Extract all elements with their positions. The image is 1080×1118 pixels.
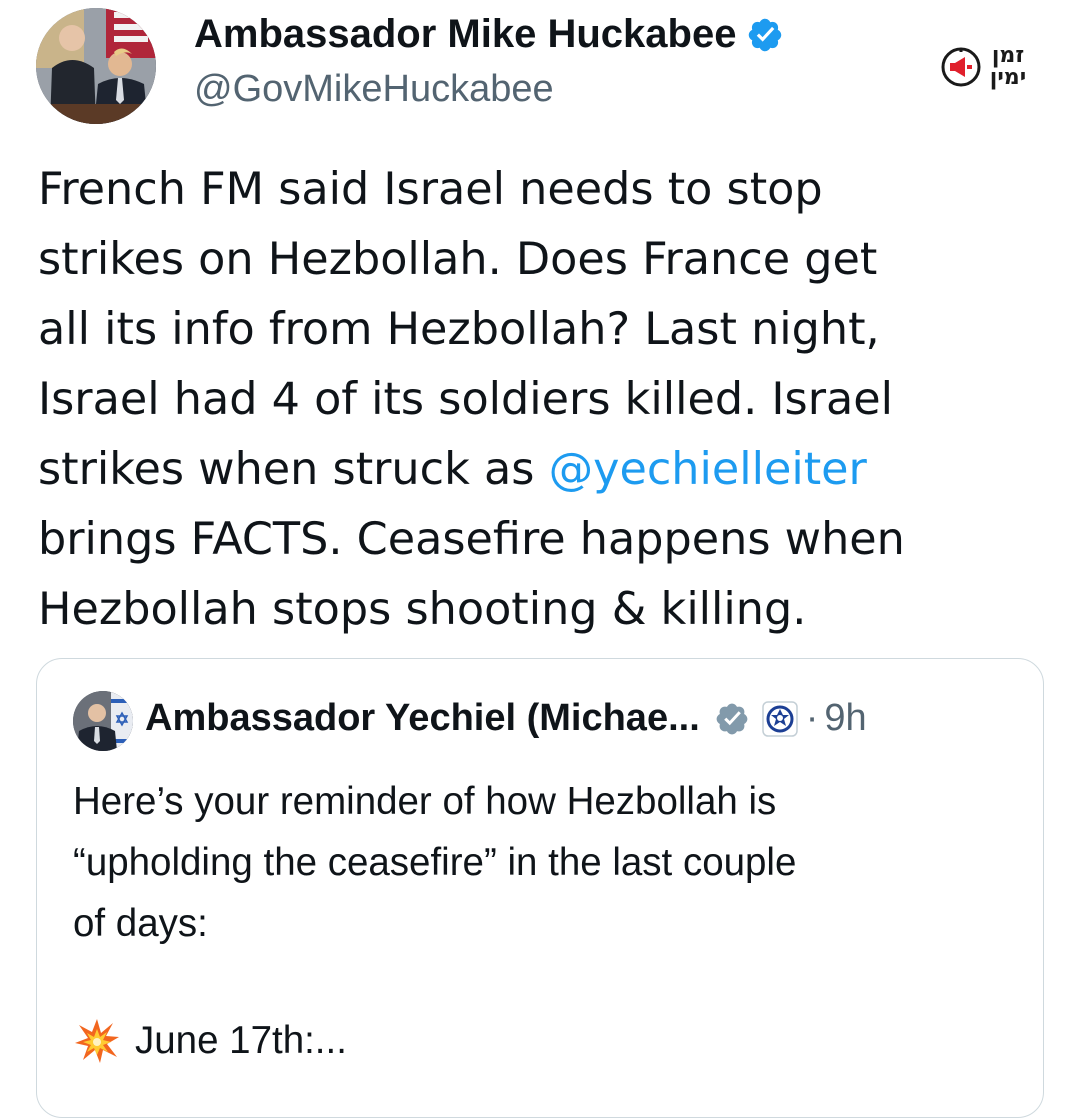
gray-verified-badge-icon xyxy=(716,703,748,734)
time-separator: · xyxy=(805,697,819,739)
government-affiliation-icon xyxy=(762,700,798,737)
quoted-tweet-continuation: June 17th:... xyxy=(73,1017,347,1065)
author-handle[interactable]: @GovMikeHuckabee xyxy=(194,68,554,111)
tweet-line: strikes when struck as @yechielleiter xyxy=(38,435,1048,505)
tweet-line: brings FACTS. Ceasefire happens when xyxy=(38,514,905,565)
megaphone-clock-icon xyxy=(941,47,981,87)
tweet-line: Israel had 4 of its soldiers killed. Isr… xyxy=(38,374,894,425)
quoted-tweet-line: of days: xyxy=(73,902,208,945)
tweet-body: French FM said Israel needs to stop stri… xyxy=(38,155,1048,645)
quoted-tweet-line: Here’s your reminder of how Hezbollah is xyxy=(73,780,777,823)
tweet-line-text: strikes when struck as xyxy=(38,444,549,495)
quoted-tweet-more-text: June 17th:... xyxy=(135,1019,347,1062)
author-name-row[interactable]: Ambassador Mike Huckabee xyxy=(194,12,784,57)
mention-link[interactable]: @yechielleiter xyxy=(549,444,867,495)
quoted-tweet-time[interactable]: 9h xyxy=(824,697,866,740)
tweet-line: Hezbollah stops shooting & killing. xyxy=(38,584,807,635)
quoted-tweet-body: Here’s your reminder of how Hezbollah is… xyxy=(73,771,1023,954)
channel-watermark: זמן ימין xyxy=(940,36,1040,98)
quoted-author-header: Ambassador Yechiel (Michae... · 9h xyxy=(145,697,867,740)
watermark-text-line2: ימין xyxy=(989,65,1027,90)
author-avatar[interactable] xyxy=(36,8,156,124)
author-name[interactable]: Ambassador Mike Huckabee xyxy=(194,12,736,57)
quoted-author-avatar[interactable] xyxy=(73,691,133,751)
quoted-author-name[interactable]: Ambassador Yechiel (Michae... xyxy=(145,697,700,740)
verified-badge-icon xyxy=(749,18,782,51)
watermark-text-line1: זמן xyxy=(991,43,1025,68)
quoted-tweet-card[interactable]: Ambassador Yechiel (Michae... · 9h Here’… xyxy=(36,658,1044,1118)
collision-icon xyxy=(75,1019,119,1063)
tweet-line: strikes on Hezbollah. Does France get xyxy=(38,234,878,285)
quoted-tweet-line: “upholding the ceasefire” in the last co… xyxy=(73,841,797,884)
tweet-line: French FM said Israel needs to stop xyxy=(38,164,823,215)
tweet-line: all its info from Hezbollah? Last night, xyxy=(38,304,880,355)
